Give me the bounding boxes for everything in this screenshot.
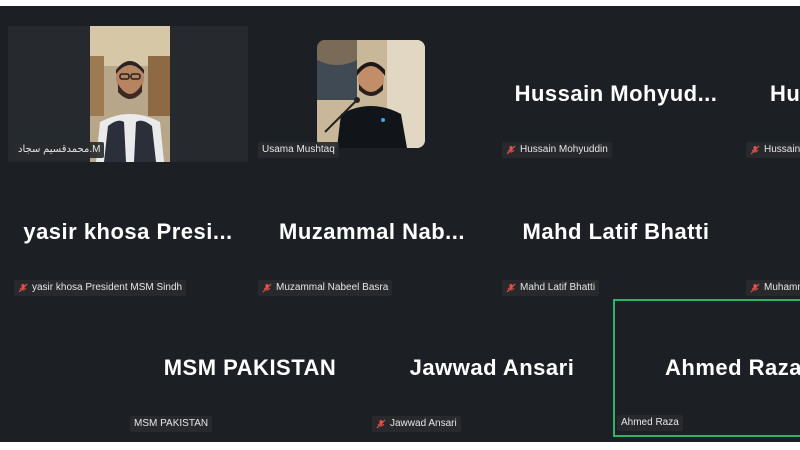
participant-name: محمدقسیم سجاد.M (18, 144, 101, 155)
participant-name: Hussain N (764, 144, 800, 155)
participant-name-tag: Usama Mushtaq (258, 142, 339, 158)
participant-name-tag: Hussain N (746, 142, 800, 158)
participant-name: MSM PAKISTAN (134, 418, 209, 429)
participant-tile-usama[interactable]: Usama Mushtaq (252, 26, 492, 162)
participant-name: Muhamma (764, 282, 800, 293)
participant-name-tag: Muhamma (746, 280, 800, 296)
participant-tile-yasir[interactable]: yasir khosa Presi... yasir khosa Preside… (8, 164, 248, 300)
participant-tile-hussain-n[interactable]: Hu Hussain N (740, 26, 800, 162)
video-grid: محمدقسیم سجاد.M Usama Mushtaq Hussain Mo… (0, 6, 800, 442)
participant-video (317, 40, 425, 148)
participant-tile-mahd[interactable]: Mahd Latif Bhatti Mahd Latif Bhatti (496, 164, 736, 300)
participant-name-tag: محمدقسیم سجاد.M (14, 142, 105, 158)
participant-tile-jawwad[interactable]: Jawwad Ansari Jawwad Ansari (372, 300, 612, 436)
mic-muted-icon (376, 419, 386, 429)
participant-name-tag: Muzammal Nabeel Basra (258, 280, 393, 296)
participant-name-tag: Mahd Latif Bhatti (502, 280, 600, 296)
participant-tile-muzammal[interactable]: Muzammal Nab... Muzammal Nabeel Basra (252, 164, 492, 300)
participant-name-tag: Ahmed Raza (617, 415, 683, 431)
participant-name: Jawwad Ansari (390, 418, 457, 429)
participant-name: Hussain Mohyuddin (520, 144, 608, 155)
mic-muted-icon (18, 283, 28, 293)
mic-muted-icon (506, 283, 516, 293)
participant-name: yasir khosa President MSM Sindh (32, 282, 183, 293)
participant-tile-qasim[interactable]: محمدقسیم سجاد.M (8, 26, 248, 162)
participant-name: Muzammal Nabeel Basra (276, 282, 389, 293)
participant-name-tag: yasir khosa President MSM Sindh (14, 280, 187, 296)
participant-tile-muhammad[interactable]: Muhamma (740, 164, 800, 300)
man-speaking-video (317, 40, 425, 148)
participant-name: Ahmed Raza (621, 417, 679, 428)
participant-name: Usama Mushtaq (262, 144, 335, 155)
mic-muted-icon (262, 283, 272, 293)
participant-tile-msm-pakistan[interactable]: MSM PAKISTAN MSM PAKISTAN (130, 300, 370, 436)
participant-name-tag: Jawwad Ansari (372, 416, 461, 432)
participant-name: Mahd Latif Bhatti (520, 282, 596, 293)
participant-name-tag: Hussain Mohyuddin (502, 142, 612, 158)
participant-tile-ahmed-active-speaker[interactable]: Ahmed Raza Ahmed Raza (613, 299, 800, 437)
mic-muted-icon (506, 145, 516, 155)
participant-name-tag: MSM PAKISTAN (130, 416, 213, 432)
participant-tile-hussain[interactable]: Hussain Mohyud... Hussain Mohyuddin (496, 26, 736, 162)
mic-muted-icon (750, 283, 760, 293)
mic-muted-icon (750, 145, 760, 155)
